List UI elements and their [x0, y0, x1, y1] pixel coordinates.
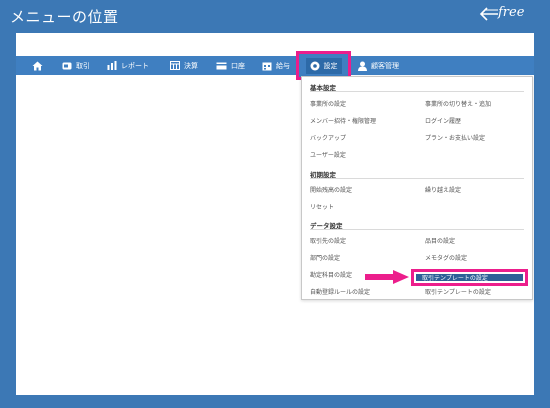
menu-item-transaction-templates[interactable]: 取引テンプレートの設定	[411, 269, 528, 286]
nav-payroll-label: 給与	[276, 61, 290, 70]
pointer-arrow-icon	[365, 270, 409, 284]
nav-bar: 取引 レポート 決算 口座 給与 設定 顧客管理	[16, 51, 534, 80]
wallet-icon	[62, 62, 72, 70]
nav-accounts[interactable]: 口座	[216, 56, 245, 75]
nav-reports[interactable]: レポート	[107, 56, 149, 75]
nav-customers[interactable]: 顧客管理	[358, 56, 399, 75]
app-screen: 取引 レポート 決算 口座 給与 設定 顧客管理 基本設定 事業所の設定 事業所…	[16, 33, 534, 395]
nav-payroll[interactable]: 給与	[262, 56, 290, 75]
selected-item-background: 取引テンプレートの設定	[416, 274, 523, 282]
menu-item-auto-rules[interactable]: 自動登録ルールの設定	[310, 287, 370, 296]
nav-accounts-label: 口座	[231, 61, 245, 70]
nav-deals[interactable]: 取引	[62, 56, 90, 75]
section-divider	[310, 91, 524, 92]
card-icon	[216, 62, 227, 69]
nav-deals-label: 取引	[76, 61, 90, 70]
section-divider	[310, 178, 524, 179]
nav-settings-label: 設定	[323, 61, 338, 70]
ledger-icon	[170, 61, 180, 70]
menu-item-office-settings[interactable]: 事業所の設定	[310, 99, 346, 108]
frame-title: メニューの位置	[10, 8, 119, 26]
menu-item-transaction-templates-label: 取引テンプレートの設定	[422, 275, 488, 282]
home-icon	[32, 61, 43, 70]
menu-item-login-history[interactable]: ログイン履歴	[425, 116, 461, 125]
menu-item-plan-payment[interactable]: プラン・お支払い設定	[425, 133, 485, 142]
menu-item-items[interactable]: 品目の設定	[425, 236, 455, 245]
nav-settings-active: 設定	[305, 57, 342, 74]
menu-item-user-settings[interactable]: ユーザー設定	[310, 150, 346, 159]
nav-home[interactable]	[32, 56, 47, 75]
menu-item-memo-tags[interactable]: メモタグの設定	[425, 253, 467, 262]
calendar-icon	[262, 62, 272, 70]
logo-arrow-icon	[479, 7, 498, 21]
nav-closing[interactable]: 決算	[170, 56, 198, 75]
menu-item-member-invite[interactable]: メンバー招待・権限管理	[310, 116, 376, 125]
nav-customers-label: 顧客管理	[371, 61, 399, 70]
settings-dropdown-menu: 基本設定 事業所の設定 事業所の切り替え・追加 メンバー招待・権限管理 ログイン…	[301, 76, 533, 300]
menu-item-opening-balance[interactable]: 開始残高の設定	[310, 185, 352, 194]
section-divider	[310, 229, 524, 230]
user-icon	[358, 61, 367, 71]
nav-reports-label: レポート	[121, 61, 149, 70]
menu-item-departments[interactable]: 部門の設定	[310, 253, 340, 262]
menu-item-carryover[interactable]: 繰り越え設定	[425, 185, 461, 194]
menu-item-account-items[interactable]: 勘定科目の設定	[310, 270, 352, 279]
gear-icon	[310, 61, 319, 70]
menu-item-reset[interactable]: リセット	[310, 202, 334, 211]
menu-item-template-ghost[interactable]: 取引テンプレートの設定	[425, 287, 491, 296]
freee-logo: free	[478, 5, 538, 25]
menu-item-office-switch[interactable]: 事業所の切り替え・追加	[425, 99, 491, 108]
menu-item-partners[interactable]: 取引先の設定	[310, 236, 346, 245]
logo-text: free	[498, 5, 525, 20]
chart-icon	[107, 61, 117, 70]
nav-closing-label: 決算	[184, 61, 198, 70]
menu-item-backup[interactable]: バックアップ	[310, 133, 346, 142]
